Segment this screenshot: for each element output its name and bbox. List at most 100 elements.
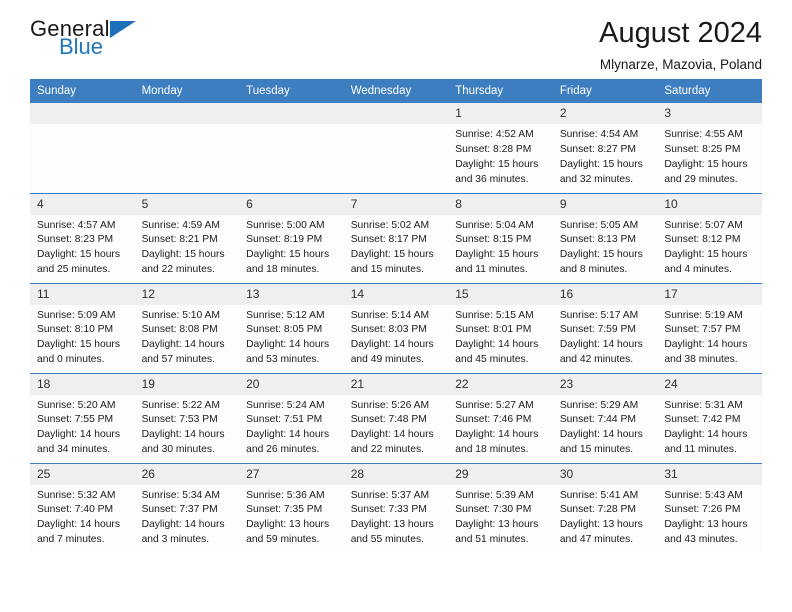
calendar-day-cell[interactable]: 4 Sunrise: 4:57 AM Sunset: 8:23 PM Daylight…	[30, 192, 135, 283]
sunrise-time: Sunrise: 5:31 AM	[664, 399, 743, 411]
weekday-header-monday: Monday	[134, 79, 240, 103]
day-number	[343, 103, 449, 124]
day-details: Sunrise: 5:24 AM Sunset: 7:51 PM Daylight:…	[239, 395, 344, 459]
calendar-cell-inner: 26 Sunrise: 5:34 AM Sunset: 7:37 PM Dayligh…	[134, 463, 240, 554]
day-number: 16	[552, 283, 658, 305]
day-details: Sunrise: 5:39 AM Sunset: 7:30 PM Daylight:…	[448, 485, 553, 549]
calendar-day-cell[interactable]: 23 Sunrise: 5:29 AM Sunset: 7:44 PM Dayligh…	[552, 372, 658, 463]
calendar-day-cell[interactable]: 29 Sunrise: 5:39 AM Sunset: 7:30 PM Dayligh…	[448, 462, 553, 553]
day-details: Sunrise: 5:20 AM Sunset: 7:55 PM Daylight:…	[30, 395, 135, 459]
calendar-day-cell[interactable]: 11 Sunrise: 5:09 AM Sunset: 8:10 PM Dayligh…	[30, 282, 135, 373]
weekday-header-tuesday: Tuesday	[239, 79, 344, 103]
day-details: Sunrise: 5:17 AM Sunset: 7:59 PM Daylight:…	[553, 305, 658, 369]
calendar-day-cell[interactable]: 5 Sunrise: 4:59 AM Sunset: 8:21 PM Daylight…	[134, 192, 240, 283]
calendar-day-cell[interactable]: 28 Sunrise: 5:37 AM Sunset: 7:33 PM Dayligh…	[343, 462, 449, 553]
calendar-day-cell[interactable]: 30 Sunrise: 5:41 AM Sunset: 7:28 PM Dayligh…	[552, 462, 658, 553]
day-details: Sunrise: 5:27 AM Sunset: 7:46 PM Daylight:…	[448, 395, 553, 459]
day-details: Sunrise: 5:12 AM Sunset: 8:05 PM Daylight:…	[239, 305, 344, 369]
calendar-day-cell[interactable]: 19 Sunrise: 5:22 AM Sunset: 7:53 PM Dayligh…	[134, 372, 240, 463]
sunrise-time: Sunrise: 5:12 AM	[246, 309, 325, 321]
calendar-day-cell[interactable]: 27 Sunrise: 5:36 AM Sunset: 7:35 PM Dayligh…	[239, 462, 344, 554]
day-number: 26	[134, 463, 240, 485]
day-number: 21	[343, 373, 449, 395]
calendar-day-cell[interactable]: 31 Sunrise: 5:43 AM Sunset: 7:26 PM Dayligh…	[657, 462, 762, 553]
calendar-day-cell[interactable]: 20 Sunrise: 5:24 AM Sunset: 7:51 PM Dayligh…	[239, 372, 344, 463]
calendar-day-cell[interactable]: 3 Sunrise: 4:55 AM Sunset: 8:25 PM Daylight…	[657, 103, 762, 193]
sunset-time: Sunset: 8:17 PM	[350, 234, 427, 246]
page-subtitle: Mlynarze, Mazovia, Poland	[599, 57, 762, 73]
day-number	[134, 103, 240, 124]
calendar-day-cell[interactable]: 9 Sunrise: 5:05 AM Sunset: 8:13 PM Daylight…	[552, 192, 658, 283]
day-number: 18	[30, 373, 135, 395]
calendar-cell-inner: 19 Sunrise: 5:22 AM Sunset: 7:53 PM Dayligh…	[134, 373, 240, 463]
day-details: Sunrise: 5:37 AM Sunset: 7:33 PM Daylight:…	[344, 485, 449, 549]
sunset-time: Sunset: 7:33 PM	[350, 504, 427, 516]
day-number: 9	[552, 193, 658, 215]
calendar-cell-empty	[343, 103, 449, 193]
daylight-duration: Daylight: 13 hours and 47 minutes.	[559, 519, 643, 546]
day-number: 6	[239, 193, 344, 215]
sunset-time: Sunset: 7:35 PM	[246, 504, 323, 516]
day-details: Sunrise: 5:22 AM Sunset: 7:53 PM Daylight:…	[135, 395, 240, 459]
calendar-day-cell[interactable]: 14 Sunrise: 5:14 AM Sunset: 8:03 PM Dayligh…	[343, 282, 449, 373]
calendar-day-cell[interactable]: 24 Sunrise: 5:31 AM Sunset: 7:42 PM Dayligh…	[657, 372, 762, 463]
sunrise-time: Sunrise: 5:41 AM	[559, 489, 639, 501]
sunset-time: Sunset: 7:37 PM	[141, 504, 218, 516]
day-number: 19	[134, 373, 240, 395]
calendar-day-cell[interactable]: 7 Sunrise: 5:02 AM Sunset: 8:17 PM Daylight…	[343, 192, 449, 283]
calendar-day-cell[interactable]: 22 Sunrise: 5:27 AM Sunset: 7:46 PM Dayligh…	[448, 372, 553, 463]
sunrise-time: Sunrise: 5:29 AM	[559, 399, 639, 411]
daylight-duration: Daylight: 13 hours and 51 minutes.	[455, 519, 539, 546]
sunrise-time: Sunrise: 5:22 AM	[141, 399, 220, 411]
sunset-time: Sunset: 7:55 PM	[37, 414, 114, 426]
sunrise-time: Sunrise: 5:37 AM	[350, 489, 430, 501]
daylight-duration: Daylight: 14 hours and 15 minutes.	[559, 429, 643, 456]
calendar-cell-inner	[343, 103, 449, 193]
calendar-day-cell[interactable]: 1 Sunrise: 4:52 AM Sunset: 8:28 PM Daylight…	[448, 103, 553, 193]
daylight-duration: Daylight: 14 hours and 22 minutes.	[350, 429, 434, 456]
sunrise-time: Sunrise: 5:04 AM	[455, 219, 534, 231]
calendar-day-cell[interactable]: 8 Sunrise: 5:04 AM Sunset: 8:15 PM Daylight…	[448, 192, 553, 283]
day-details: Sunrise: 5:32 AM Sunset: 7:40 PM Daylight:…	[30, 485, 135, 549]
sunrise-time: Sunrise: 4:52 AM	[455, 129, 534, 140]
calendar-day-cell[interactable]: 6 Sunrise: 5:00 AM Sunset: 8:19 PM Daylight…	[239, 192, 344, 283]
calendar-day-cell[interactable]: 12 Sunrise: 5:10 AM Sunset: 8:08 PM Dayligh…	[134, 282, 240, 373]
sunrise-time: Sunrise: 5:02 AM	[350, 219, 430, 231]
sunrise-time: Sunrise: 5:07 AM	[664, 219, 743, 231]
sunset-time: Sunset: 8:12 PM	[664, 234, 741, 246]
calendar-day-cell[interactable]: 16 Sunrise: 5:17 AM Sunset: 7:59 PM Dayligh…	[552, 282, 658, 373]
daylight-duration: Daylight: 14 hours and 34 minutes.	[37, 429, 120, 456]
calendar-day-cell[interactable]: 15 Sunrise: 5:15 AM Sunset: 8:01 PM Dayligh…	[448, 282, 553, 373]
day-details: Sunrise: 5:09 AM Sunset: 8:10 PM Daylight:…	[30, 305, 135, 369]
day-details: Sunrise: 5:14 AM Sunset: 8:03 PM Daylight:…	[344, 305, 449, 369]
sunset-time: Sunset: 8:01 PM	[455, 324, 532, 336]
sunset-time: Sunset: 8:15 PM	[455, 234, 532, 246]
calendar-day-cell[interactable]: 17 Sunrise: 5:19 AM Sunset: 7:57 PM Dayligh…	[657, 282, 762, 373]
sunrise-time: Sunrise: 5:26 AM	[350, 399, 430, 411]
calendar-day-cell[interactable]: 21 Sunrise: 5:26 AM Sunset: 7:48 PM Dayligh…	[343, 372, 449, 463]
daylight-duration: Daylight: 14 hours and 49 minutes.	[350, 339, 434, 366]
sunrise-time: Sunrise: 4:55 AM	[664, 129, 743, 140]
calendar-header: Sunday Monday Tuesday Wednesday Thursday…	[30, 79, 762, 103]
sunset-time: Sunset: 8:05 PM	[246, 324, 323, 336]
calendar-day-cell[interactable]: 26 Sunrise: 5:34 AM Sunset: 7:37 PM Dayligh…	[134, 462, 240, 554]
calendar-day-cell[interactable]: 2 Sunrise: 4:54 AM Sunset: 8:27 PM Daylight…	[552, 103, 658, 193]
calendar-day-cell[interactable]: 13 Sunrise: 5:12 AM Sunset: 8:05 PM Dayligh…	[239, 282, 344, 373]
daylight-duration: Daylight: 13 hours and 59 minutes.	[246, 519, 330, 546]
calendar-day-cell[interactable]: 18 Sunrise: 5:20 AM Sunset: 7:55 PM Dayligh…	[30, 372, 135, 463]
sunrise-time: Sunrise: 5:36 AM	[246, 489, 325, 501]
day-details: Sunrise: 5:00 AM Sunset: 8:19 PM Daylight:…	[239, 215, 344, 279]
daylight-duration: Daylight: 14 hours and 42 minutes.	[559, 339, 643, 366]
calendar-day-cell[interactable]: 10 Sunrise: 5:07 AM Sunset: 8:12 PM Dayligh…	[657, 192, 762, 283]
calendar-body: 1 Sunrise: 4:52 AM Sunset: 8:28 PM Daylight…	[30, 103, 762, 553]
daylight-duration: Daylight: 14 hours and 45 minutes.	[455, 339, 539, 366]
sunrise-time: Sunrise: 5:19 AM	[664, 309, 743, 321]
day-details: Sunrise: 4:57 AM Sunset: 8:23 PM Daylight:…	[30, 215, 135, 279]
day-number: 27	[239, 463, 344, 485]
day-details: Sunrise: 4:55 AM Sunset: 8:25 PM Daylight:…	[657, 124, 762, 188]
daylight-duration: Daylight: 14 hours and 3 minutes.	[141, 519, 225, 546]
calendar-day-cell[interactable]: 25 Sunrise: 5:32 AM Sunset: 7:40 PM Dayligh…	[30, 462, 135, 553]
calendar-week-row: 11 Sunrise: 5:09 AM Sunset: 8:10 PM Dayligh…	[30, 282, 762, 373]
calendar-cell-inner: 27 Sunrise: 5:36 AM Sunset: 7:35 PM Dayligh…	[239, 463, 344, 554]
calendar-cell-inner: 5 Sunrise: 4:59 AM Sunset: 8:21 PM Daylight…	[134, 193, 240, 283]
